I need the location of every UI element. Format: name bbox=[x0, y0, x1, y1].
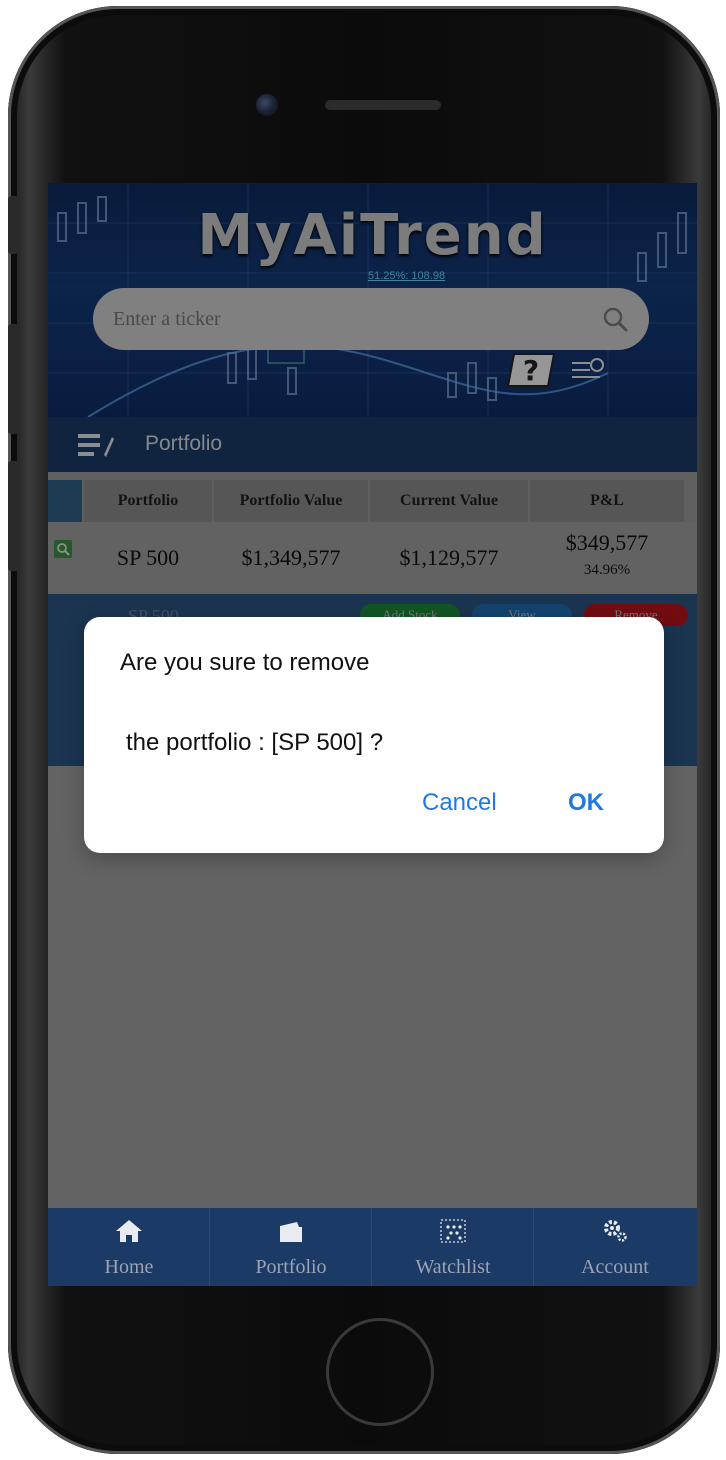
tab-bar: Home Portfolio Watchlist Account bbox=[48, 1208, 697, 1286]
tab-account[interactable]: Account bbox=[534, 1208, 696, 1286]
tab-account-label: Account bbox=[581, 1256, 649, 1278]
dialog-message-line1: Are you sure to remove bbox=[120, 649, 370, 676]
earpiece-speaker bbox=[325, 100, 441, 110]
gears-icon bbox=[604, 1220, 627, 1242]
cancel-button[interactable]: Cancel bbox=[422, 789, 497, 817]
watchlist-icon bbox=[440, 1219, 466, 1243]
dialog-message-line2: the portfolio : [SP 500] ? bbox=[126, 729, 384, 756]
volume-up-button bbox=[8, 324, 18, 434]
volume-down-button bbox=[8, 461, 18, 571]
tab-portfolio-label: Portfolio bbox=[255, 1256, 327, 1278]
tab-home-label: Home bbox=[104, 1256, 154, 1278]
tab-portfolio[interactable]: Portfolio bbox=[210, 1208, 372, 1286]
tab-home[interactable]: Home bbox=[48, 1208, 210, 1286]
portfolio-icon bbox=[280, 1222, 302, 1242]
ok-button[interactable]: OK bbox=[568, 789, 604, 817]
tab-watchlist-label: Watchlist bbox=[415, 1256, 491, 1278]
tab-watchlist[interactable]: Watchlist bbox=[372, 1208, 534, 1286]
home-icon bbox=[116, 1220, 142, 1242]
confirm-remove-dialog: Are you sure to remove the portfolio : [… bbox=[84, 617, 664, 853]
mute-switch bbox=[8, 196, 18, 254]
home-button[interactable] bbox=[326, 1318, 434, 1426]
front-camera bbox=[256, 94, 278, 116]
